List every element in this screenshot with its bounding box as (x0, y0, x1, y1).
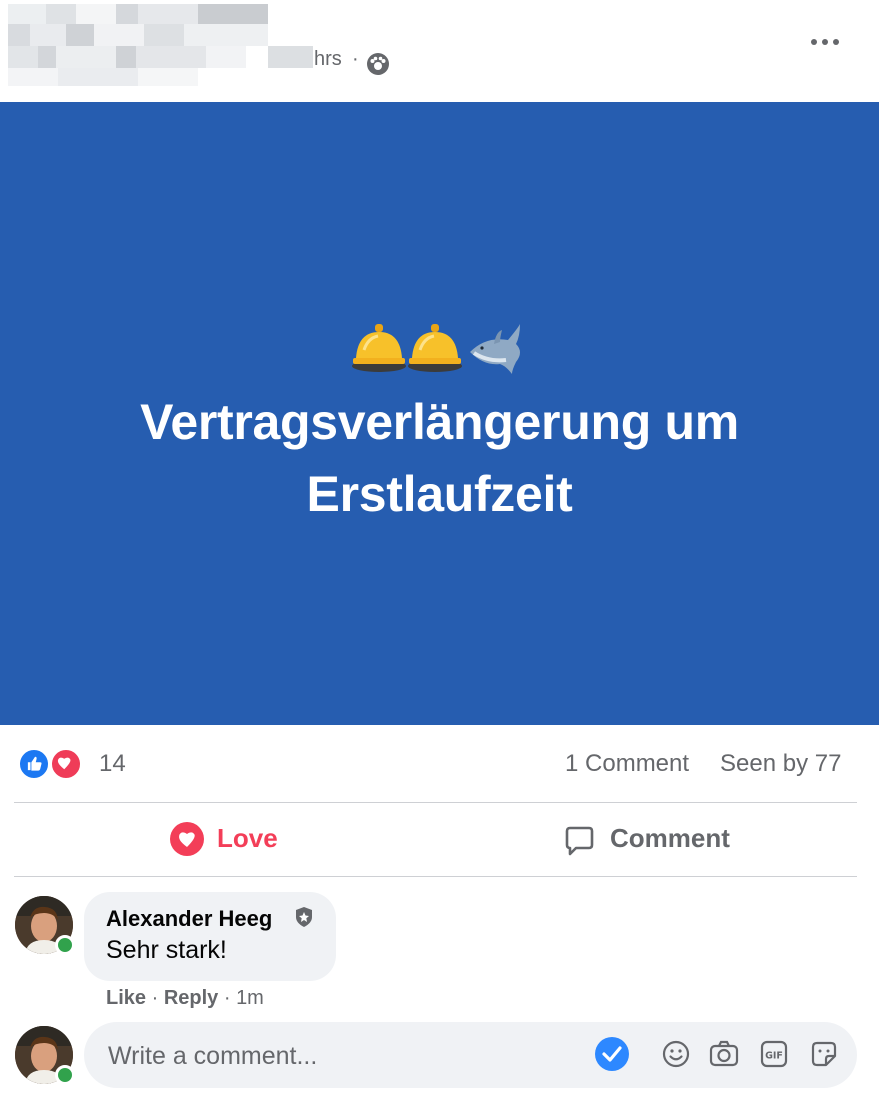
online-status-dot (55, 935, 75, 955)
comment-like-link[interactable]: Like (106, 987, 146, 1009)
comment-label: Comment (610, 823, 730, 853)
emoji-icon[interactable] (660, 1038, 692, 1070)
comment-count-link[interactable]: 1 Comment (565, 750, 689, 778)
admin-badge-icon (296, 907, 312, 927)
post-header: hrs · (0, 0, 879, 102)
camera-icon[interactable] (708, 1038, 740, 1070)
comment-bubble-icon (565, 826, 594, 856)
friends-icon[interactable] (366, 52, 390, 76)
blurred-author-name (8, 4, 313, 88)
svg-text:GIF: GIF (765, 1051, 783, 1062)
post-text: Vertragsverlängerung um Erstlaufzeit (60, 386, 819, 530)
post-image[interactable]: Vertragsverlängerung um Erstlaufzeit (0, 102, 879, 725)
post-text-line-2: Erstlaufzeit (306, 466, 573, 522)
comment-author[interactable]: Alexander Heeg (106, 906, 272, 932)
comment-bubble: Alexander Heeg Sehr stark! (84, 892, 336, 981)
more-options-button[interactable] (804, 24, 846, 60)
reaction-count[interactable]: 14 (99, 750, 126, 778)
bellhop-bell-icon (408, 324, 462, 372)
shark-icon (470, 324, 520, 374)
like-reaction-icon[interactable] (18, 748, 50, 780)
divider (14, 802, 857, 803)
post-time[interactable]: hrs (314, 48, 342, 71)
heart-icon (170, 822, 204, 856)
separator: · (146, 987, 164, 1009)
post-text-line-1: Vertragsverlängerung um (140, 394, 739, 450)
comment-time[interactable]: 1m (236, 987, 264, 1009)
comment-composer[interactable]: GIF (84, 1022, 857, 1090)
seen-by-link[interactable]: Seen by 77 (720, 750, 841, 778)
meta-separator: · (352, 48, 359, 70)
emoji-row (352, 324, 520, 374)
gif-icon[interactable]: GIF (758, 1038, 790, 1070)
love-label: Love (217, 823, 278, 853)
reactions-summary: 14 1 Comment Seen by 77 (0, 740, 879, 790)
online-status-dot (55, 1065, 75, 1085)
comment-input[interactable] (106, 1022, 590, 1090)
bellhop-bell-icon (352, 324, 406, 372)
divider (14, 876, 857, 877)
love-button[interactable]: Love (14, 806, 436, 872)
love-reaction-icon[interactable] (50, 748, 82, 780)
comment-reply-link[interactable]: Reply (164, 987, 218, 1009)
comment-text: Sehr stark! (106, 936, 227, 964)
sticker-icon[interactable] (808, 1038, 840, 1070)
checkmark-icon[interactable] (594, 1036, 630, 1072)
comment-actions: Like · Reply · 1m (106, 987, 264, 1010)
separator: · (218, 987, 237, 1009)
comment-button[interactable]: Comment (436, 806, 857, 872)
more-horizontal-icon (811, 39, 817, 45)
